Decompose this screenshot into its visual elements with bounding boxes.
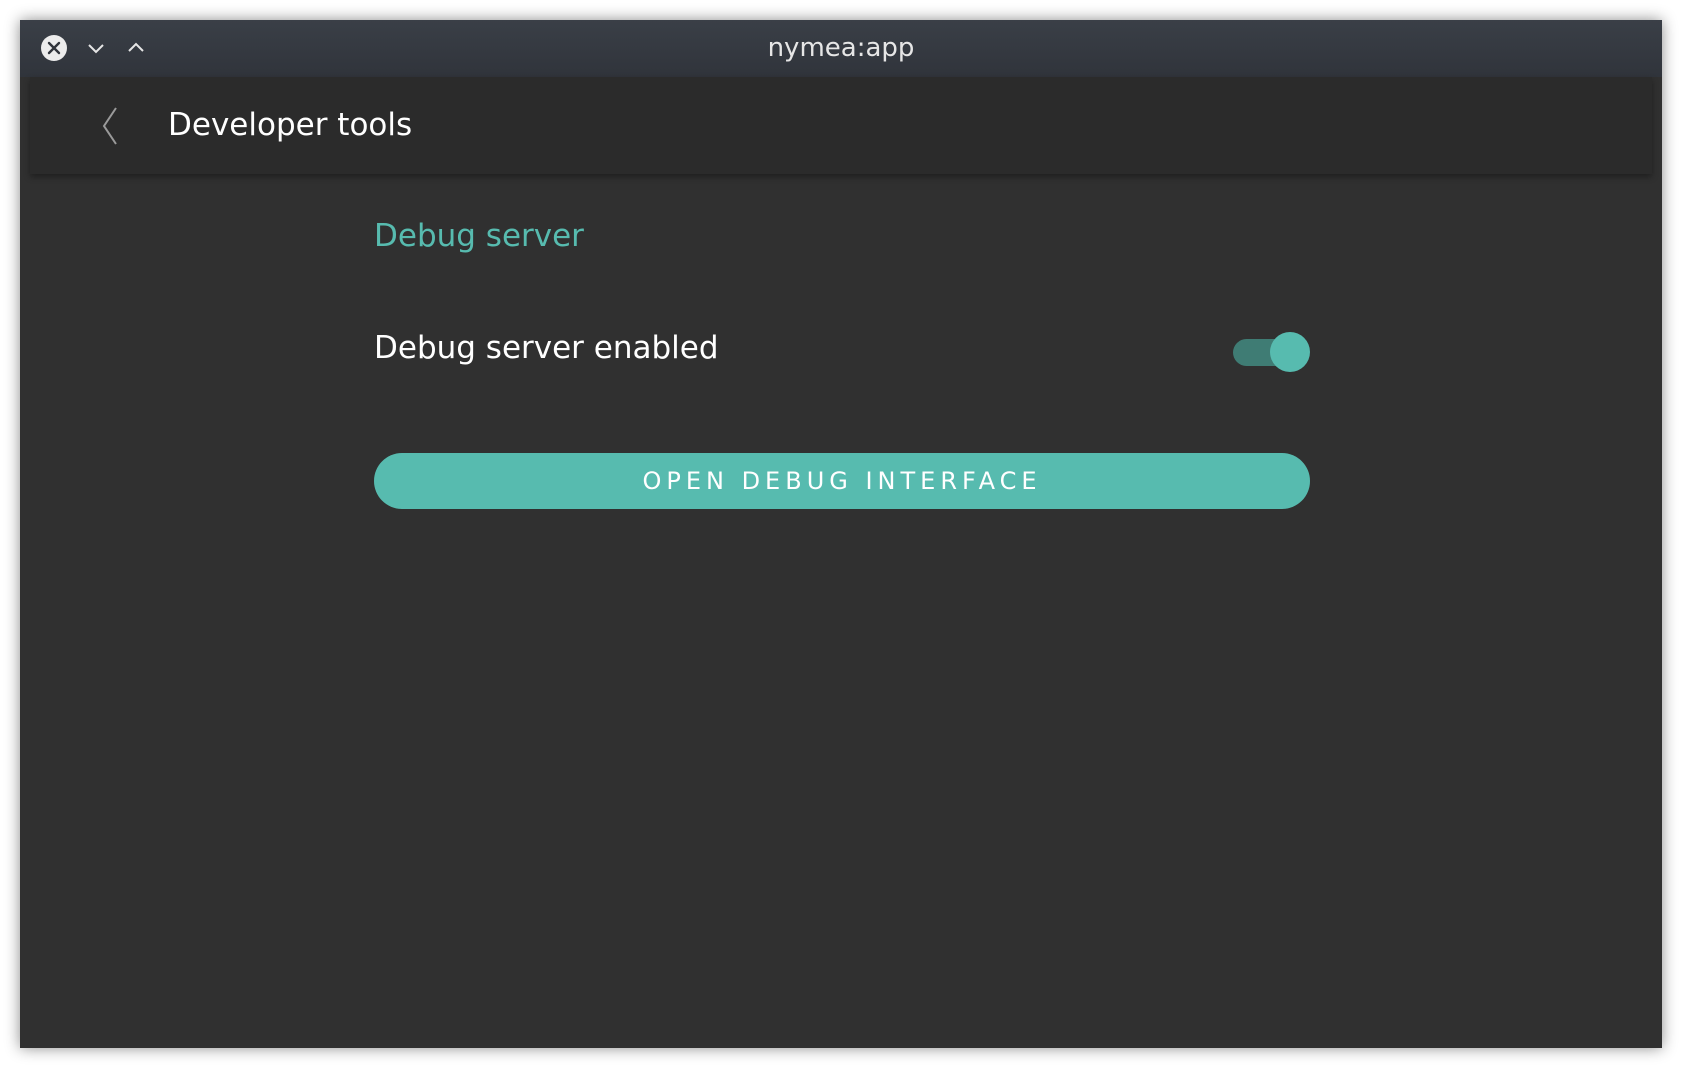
debug-server-enabled-label: Debug server enabled bbox=[374, 330, 719, 366]
chevron-left-icon bbox=[102, 107, 117, 145]
debug-server-toggle[interactable] bbox=[1233, 331, 1311, 373]
section-title-debug-server: Debug server bbox=[374, 218, 584, 254]
open-debug-interface-button[interactable]: OPEN DEBUG INTERFACE bbox=[374, 453, 1310, 509]
app-window: nymea:app Developer tools Debug server D… bbox=[20, 20, 1662, 1048]
page-header: Developer tools bbox=[30, 77, 1652, 174]
back-button[interactable] bbox=[90, 102, 130, 150]
window-title: nymea:app bbox=[767, 33, 915, 63]
page-title: Developer tools bbox=[168, 107, 413, 143]
window-titlebar[interactable]: nymea:app bbox=[20, 20, 1662, 77]
toggle-knob bbox=[1270, 332, 1310, 372]
